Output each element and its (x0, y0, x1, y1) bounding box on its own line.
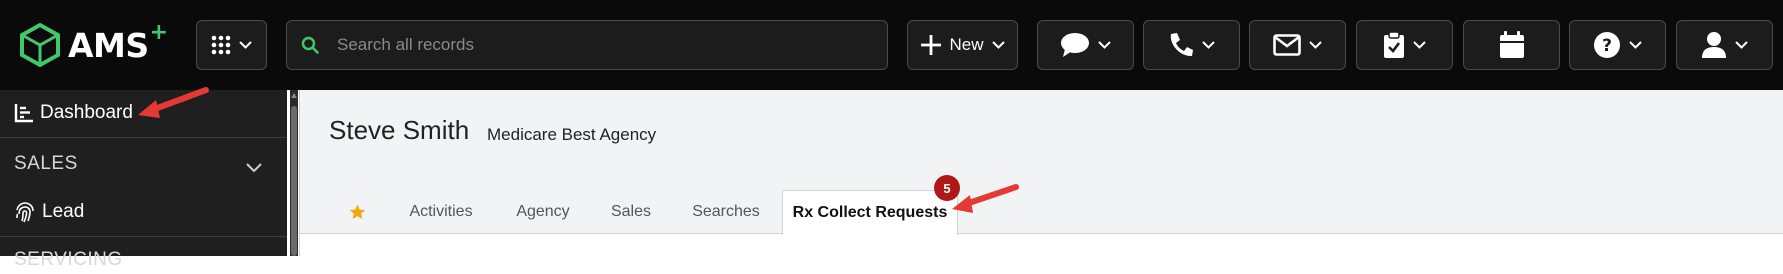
annotation-arrow-icon (138, 87, 209, 118)
phone-icon (1170, 33, 1193, 57)
chevron-down-icon (239, 41, 252, 49)
phone-menu-button[interactable] (1143, 20, 1240, 70)
chat-icon (1061, 33, 1089, 57)
sidebar-item-label: Dashboard (40, 102, 133, 123)
chat-menu-button[interactable] (1037, 20, 1134, 70)
sidebar-scrollbar-thumb[interactable] (291, 106, 297, 256)
sidebar-divider (0, 137, 287, 138)
chevron-down-icon (1098, 41, 1111, 49)
user-icon (1702, 32, 1726, 58)
annotation-arrow-icon (952, 184, 1019, 213)
clipboard-check-icon (1384, 31, 1404, 58)
chevron-down-icon (1309, 41, 1322, 49)
apps-menu-button[interactable] (196, 20, 267, 70)
logo-text: AMS (68, 25, 149, 65)
tab-favorite[interactable] (340, 190, 374, 234)
tab-rx-collect-requests[interactable]: Rx Collect Requests (782, 190, 958, 235)
logo-plus: + (149, 19, 169, 45)
tab-searches[interactable]: Searches (684, 190, 768, 234)
sidebar-section-servicing[interactable]: SERVICING (0, 244, 287, 274)
sidebar-section-sales[interactable]: SALES (0, 148, 287, 178)
hexagon-logo-icon (20, 22, 60, 68)
help-menu-button[interactable]: ? (1569, 20, 1666, 70)
plus-icon (921, 35, 942, 55)
chevron-down-icon (1413, 41, 1426, 49)
calendar-icon (1499, 31, 1524, 58)
star-icon (349, 204, 365, 219)
new-record-button[interactable]: New (907, 20, 1018, 70)
search-input[interactable] (337, 35, 857, 55)
global-search-bar[interactable] (286, 20, 888, 70)
chevron-down-icon (1202, 41, 1215, 49)
tasks-menu-button[interactable] (1356, 20, 1453, 70)
apps-grid-icon (211, 35, 231, 55)
tab-panel (300, 234, 1783, 256)
tab-activities[interactable]: Activities (398, 190, 484, 234)
chevron-down-icon (991, 41, 1005, 49)
chevron-down-icon (1629, 41, 1642, 49)
sidebar-divider (0, 236, 287, 237)
tab-agency[interactable]: Agency (508, 190, 578, 234)
sidebar-section-label: SERVICING (14, 249, 123, 270)
chevron-down-icon (1735, 41, 1748, 49)
svg-text:?: ? (1602, 36, 1612, 56)
fingerprint-icon (14, 201, 36, 223)
scroll-up-arrow-icon[interactable] (290, 92, 298, 100)
ams-logo[interactable]: AMS + (18, 19, 169, 68)
mail-icon (1273, 34, 1301, 56)
top-navigation-bar: AMS + New (0, 0, 1783, 90)
search-icon (301, 36, 319, 54)
help-icon: ? (1594, 32, 1620, 58)
calendar-button[interactable] (1463, 20, 1560, 70)
user-menu-button[interactable] (1676, 20, 1773, 70)
record-agency: Medicare Best Agency (487, 125, 657, 144)
record-title: Steve Smith (329, 115, 470, 145)
new-button-label: New (949, 35, 984, 54)
sidebar-item-label: Lead (42, 201, 85, 222)
mail-menu-button[interactable] (1249, 20, 1346, 70)
sidebar-section-label: SALES (14, 153, 78, 174)
sidebar-item-lead[interactable]: Lead (0, 197, 287, 227)
tab-sales[interactable]: Sales (602, 190, 660, 234)
chevron-down-icon (246, 157, 262, 179)
chart-bars-icon (14, 103, 34, 123)
